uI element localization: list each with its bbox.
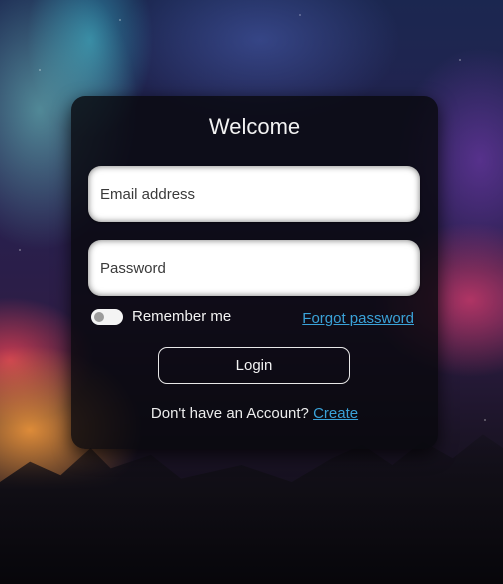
login-card: Welcome Remember me Forgot password Logi… <box>71 96 438 449</box>
signup-prompt: Don't have an Account? Create <box>71 405 438 422</box>
remember-me-label: Remember me <box>132 308 232 325</box>
forgot-password-link[interactable]: Forgot password <box>302 310 414 327</box>
toggle-knob <box>94 311 104 322</box>
page-title: Welcome <box>208 114 301 139</box>
login-button[interactable]: Login <box>158 347 350 384</box>
signup-prompt-text: Don't have an Account? <box>150 405 309 422</box>
background-scene: Welcome Remember me Forgot password Logi… <box>0 0 503 584</box>
create-account-link[interactable]: Create <box>313 405 358 422</box>
email-field[interactable] <box>88 166 420 222</box>
password-field[interactable] <box>88 240 420 296</box>
remember-me-toggle[interactable] <box>91 308 123 325</box>
remember-me-row: Remember me <box>91 308 231 325</box>
